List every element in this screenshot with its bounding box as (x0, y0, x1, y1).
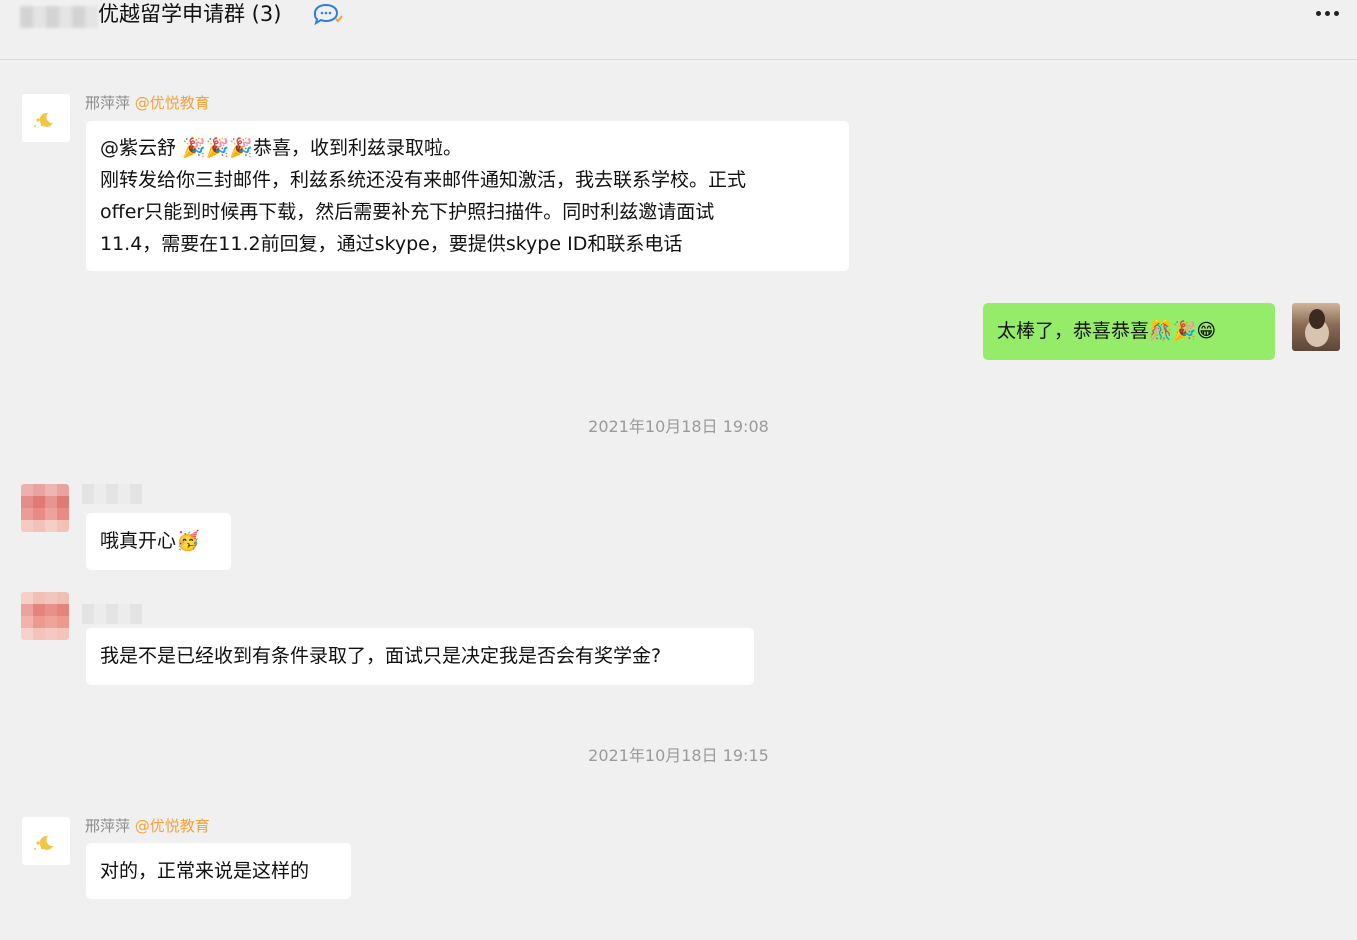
message-text: 太棒了，恭喜恭喜🎊🎉😁 (997, 320, 1217, 342)
message-bubble[interactable]: @紫云舒 🎉🎉🎉恭喜，收到利兹录取啦。 刚转发给你三封邮件，利兹系统还没有来邮件… (86, 121, 849, 271)
blurred-group-prefix (20, 6, 98, 28)
sender-name: 邢萍萍 @优悦教育 (85, 816, 210, 836)
avatar-moon[interactable] (22, 817, 70, 865)
message-bubble[interactable]: 我是不是已经收到有条件录取了，面试只是决定我是否会有奖学金? (86, 628, 754, 685)
message-bubble[interactable]: 对的，正常来说是这样的 (86, 843, 351, 899)
sender-name-text: 邢萍萍 (85, 817, 131, 835)
sender-name-text: 邢萍萍 (85, 94, 131, 112)
message-text: 哦真开心🥳 (100, 530, 200, 552)
avatar-moon[interactable] (22, 94, 70, 142)
message-line: 刚转发给你三封邮件，利兹系统还没有来邮件通知激活，我去联系学校。正式 (100, 169, 747, 191)
message-text: 对的，正常来说是这样的 (100, 860, 310, 882)
message-line: offer只能到时候再下载，然后需要补充下护照扫描件。同时利兹邀请面试 (100, 201, 715, 223)
blurred-sender-name (82, 604, 142, 624)
chat-bubble-icon[interactable] (312, 2, 344, 28)
avatar-pixelated[interactable] (21, 484, 69, 532)
more-options-icon[interactable] (1316, 6, 1348, 20)
message-line: 11.4，需要在11.2前回复，通过skype，要提供skype ID和联系电话 (100, 233, 683, 255)
blurred-sender-name (82, 484, 142, 504)
sender-org: @优悦教育 (134, 817, 210, 835)
avatar-self[interactable] (1292, 303, 1340, 351)
message-line: @紫云舒 🎉🎉🎉恭喜，收到利兹录取啦。 (100, 137, 463, 159)
moon-stars-icon (34, 112, 53, 127)
timestamp: 2021年10月18日 19:08 (588, 417, 769, 436)
avatar-pixelated[interactable] (21, 592, 69, 640)
chat-header: 优越留学申请群 (3) (0, 0, 1357, 60)
sender-org: @优悦教育 (134, 94, 210, 112)
timestamp: 2021年10月18日 19:15 (588, 746, 769, 765)
message-bubble-self[interactable]: 太棒了，恭喜恭喜🎊🎉😁 (983, 303, 1275, 360)
moon-stars-icon (34, 835, 53, 850)
message-bubble[interactable]: 哦真开心🥳 (86, 513, 231, 570)
message-text: 我是不是已经收到有条件录取了，面试只是决定我是否会有奖学金? (100, 645, 662, 667)
chat-title: 优越留学申请群 (3) (98, 2, 282, 26)
sender-name: 邢萍萍 @优悦教育 (85, 93, 210, 113)
